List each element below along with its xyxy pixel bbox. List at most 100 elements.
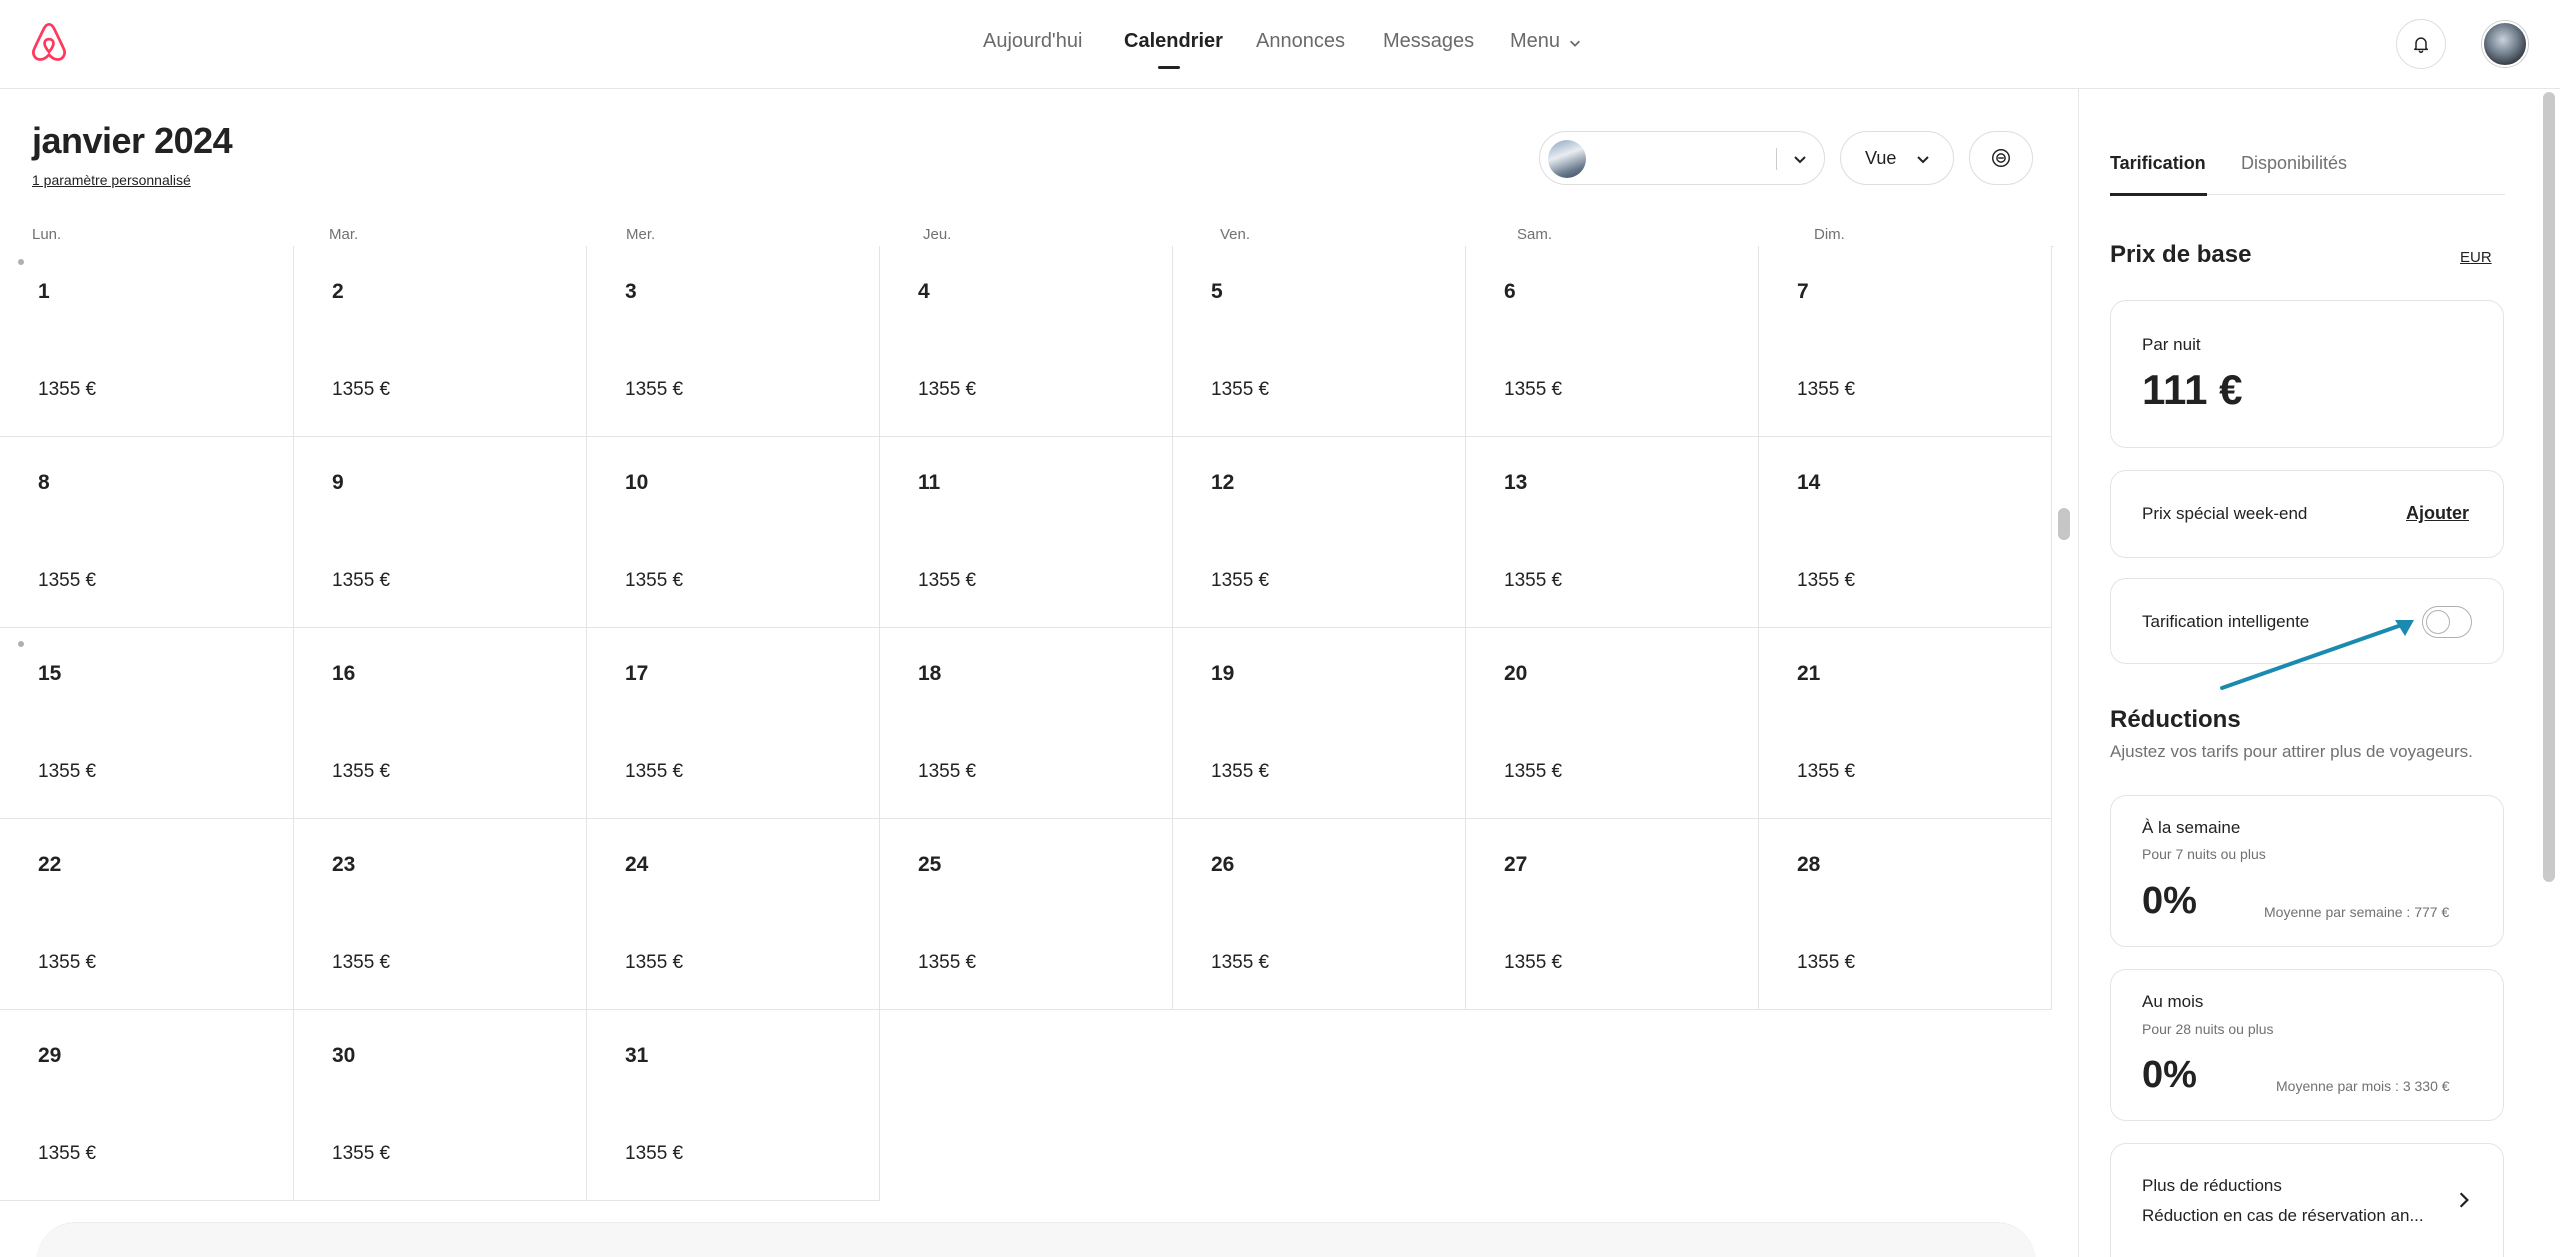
tab-availability[interactable]: Disponibilités bbox=[2241, 153, 2347, 174]
listing-selector[interactable] bbox=[1539, 131, 1825, 185]
chevron-right-icon[interactable] bbox=[2455, 1191, 2473, 1209]
calendar-day-cell[interactable]: 19 1355 € bbox=[1173, 628, 1466, 819]
smart-pricing-toggle[interactable] bbox=[2422, 606, 2472, 638]
weekly-discount-value: 0% bbox=[2142, 880, 2197, 922]
active-tab-indicator bbox=[2110, 193, 2207, 196]
calendar-day-cell[interactable]: 9 1355 € bbox=[294, 437, 587, 628]
custom-settings-link[interactable]: 1 paramètre personnalisé bbox=[32, 172, 191, 188]
day-number: 6 bbox=[1504, 280, 1516, 303]
weekday-label: Jeu. bbox=[923, 226, 952, 243]
calendar-settings-button[interactable] bbox=[1969, 131, 2033, 185]
calendar-day-cell[interactable]: 24 1355 € bbox=[587, 819, 880, 1010]
nav-active-indicator bbox=[1158, 66, 1180, 69]
day-number: 24 bbox=[625, 853, 649, 876]
weekly-average: Moyenne par semaine : 777 € bbox=[2264, 904, 2450, 920]
week-marker-dot bbox=[18, 259, 24, 265]
calendar-grid: 1 1355 € 2 1355 € 3 1355 € 4 1355 € 5 1355 € 6 1355… bbox=[0, 246, 2054, 1201]
nav-calendar[interactable]: Calendrier bbox=[1124, 30, 1223, 53]
calendar-day-cell[interactable]: 21 1355 € bbox=[1759, 628, 2052, 819]
calendar-day-cell[interactable]: 3 1355 € bbox=[587, 246, 880, 437]
weekly-discount-title: À la semaine bbox=[2142, 818, 2241, 837]
calendar-day-cell[interactable]: 27 1355 € bbox=[1466, 819, 1759, 1010]
calendar-day-cell[interactable]: 25 1355 € bbox=[880, 819, 1173, 1010]
day-number: 12 bbox=[1211, 471, 1235, 494]
base-price-title: Prix de base bbox=[2110, 241, 2252, 268]
calendar-day-cell[interactable]: 6 1355 € bbox=[1466, 246, 1759, 437]
weekend-price-label: Prix spécial week-end bbox=[2142, 504, 2308, 523]
chevron-down-icon[interactable] bbox=[1568, 36, 1582, 50]
nav-messages[interactable]: Messages bbox=[1383, 30, 1474, 53]
calendar-day-cell[interactable]: 20 1355 € bbox=[1466, 628, 1759, 819]
week-marker-dot bbox=[18, 641, 24, 647]
calendar-day-cell[interactable]: 22 1355 € bbox=[0, 819, 294, 1010]
day-price: 1355 € bbox=[1504, 379, 1563, 400]
calendar-day-cell[interactable]: 30 1355 € bbox=[294, 1010, 587, 1201]
calendar-day-cell[interactable]: 13 1355 € bbox=[1466, 437, 1759, 628]
day-price: 1355 € bbox=[625, 379, 684, 400]
calendar-day-cell[interactable]: 4 1355 € bbox=[880, 246, 1173, 437]
day-price: 1355 € bbox=[332, 761, 391, 782]
currency-link[interactable]: EUR bbox=[2460, 249, 2492, 266]
user-avatar[interactable] bbox=[2482, 21, 2528, 67]
calendar-day-cell[interactable]: 15 1355 € bbox=[0, 628, 294, 819]
calendar-day-cell[interactable]: 26 1355 € bbox=[1173, 819, 1466, 1010]
smart-pricing-label: Tarification intelligente bbox=[2142, 612, 2310, 631]
weekday-label: Mar. bbox=[329, 226, 359, 243]
more-discounts-desc: Réduction en cas de réservation an... bbox=[2142, 1206, 2424, 1225]
day-number: 21 bbox=[1797, 662, 1821, 685]
day-number: 30 bbox=[332, 1044, 356, 1067]
nav-today[interactable]: Aujourd'hui bbox=[983, 30, 1082, 53]
nav-listings[interactable]: Annonces bbox=[1256, 30, 1345, 53]
day-price: 1355 € bbox=[1211, 952, 1270, 973]
calendar-day-cell[interactable]: 8 1355 € bbox=[0, 437, 294, 628]
calendar-day-cell[interactable]: 28 1355 € bbox=[1759, 819, 2052, 1010]
day-number: 4 bbox=[918, 280, 930, 303]
calendar-day-cell[interactable]: 31 1355 € bbox=[587, 1010, 880, 1201]
bottom-sheet bbox=[36, 1222, 2036, 1257]
discounts-description: Ajustez vos tarifs pour attirer plus de … bbox=[2110, 742, 2473, 761]
nav-menu[interactable]: Menu bbox=[1510, 30, 1560, 53]
discounts-title: Réductions bbox=[2110, 706, 2241, 733]
calendar-day-cell[interactable]: 14 1355 € bbox=[1759, 437, 2052, 628]
calendar-day-cell[interactable]: 23 1355 € bbox=[294, 819, 587, 1010]
day-price: 1355 € bbox=[332, 570, 391, 591]
calendar-day-cell[interactable]: 17 1355 € bbox=[587, 628, 880, 819]
day-price: 1355 € bbox=[625, 952, 684, 973]
calendar-day-cell[interactable]: 29 1355 € bbox=[0, 1010, 294, 1201]
day-price: 1355 € bbox=[332, 952, 391, 973]
day-price: 1355 € bbox=[1504, 952, 1563, 973]
calendar-day-cell[interactable]: 1 1355 € bbox=[0, 246, 294, 437]
more-discounts-title: Plus de réductions bbox=[2142, 1176, 2282, 1195]
top-header: Aujourd'hui Calendrier Annonces Messages… bbox=[0, 0, 2560, 89]
view-label: Vue bbox=[1865, 148, 1897, 168]
calendar-day-cell[interactable]: 18 1355 € bbox=[880, 628, 1173, 819]
listing-thumbnail bbox=[1548, 140, 1586, 178]
day-number: 13 bbox=[1504, 471, 1528, 494]
panel-scrollbar[interactable] bbox=[2543, 92, 2555, 882]
calendar-day-cell[interactable]: 2 1355 € bbox=[294, 246, 587, 437]
day-number: 27 bbox=[1504, 853, 1528, 876]
day-number: 5 bbox=[1211, 280, 1223, 303]
weekday-label: Sam. bbox=[1517, 226, 1553, 243]
more-discounts-card[interactable] bbox=[2110, 1143, 2504, 1257]
toggle-knob bbox=[2426, 610, 2450, 634]
calendar-day-cell[interactable]: 7 1355 € bbox=[1759, 246, 2052, 437]
notifications-button[interactable] bbox=[2396, 19, 2446, 69]
day-price: 1355 € bbox=[1504, 761, 1563, 782]
day-number: 23 bbox=[332, 853, 356, 876]
calendar-day-cell[interactable]: 10 1355 € bbox=[587, 437, 880, 628]
calendar-day-cell[interactable]: 12 1355 € bbox=[1173, 437, 1466, 628]
per-night-label: Par nuit bbox=[2142, 335, 2201, 354]
calendar-day-cell[interactable]: 16 1355 € bbox=[294, 628, 587, 819]
day-number: 22 bbox=[38, 853, 62, 876]
add-weekend-price-link[interactable]: Ajouter bbox=[2406, 503, 2469, 524]
calendar-day-cell[interactable]: 5 1355 € bbox=[1173, 246, 1466, 437]
day-price: 1355 € bbox=[1797, 952, 1856, 973]
day-price: 1355 € bbox=[918, 761, 977, 782]
monthly-discount-value: 0% bbox=[2142, 1054, 2197, 1096]
tab-pricing[interactable]: Tarification bbox=[2110, 153, 2206, 174]
monthly-discount-desc: Pour 28 nuits ou plus bbox=[2142, 1021, 2274, 1037]
view-dropdown[interactable]: Vue bbox=[1840, 131, 1954, 185]
calendar-scrollbar[interactable] bbox=[2058, 508, 2070, 540]
calendar-day-cell[interactable]: 11 1355 € bbox=[880, 437, 1173, 628]
